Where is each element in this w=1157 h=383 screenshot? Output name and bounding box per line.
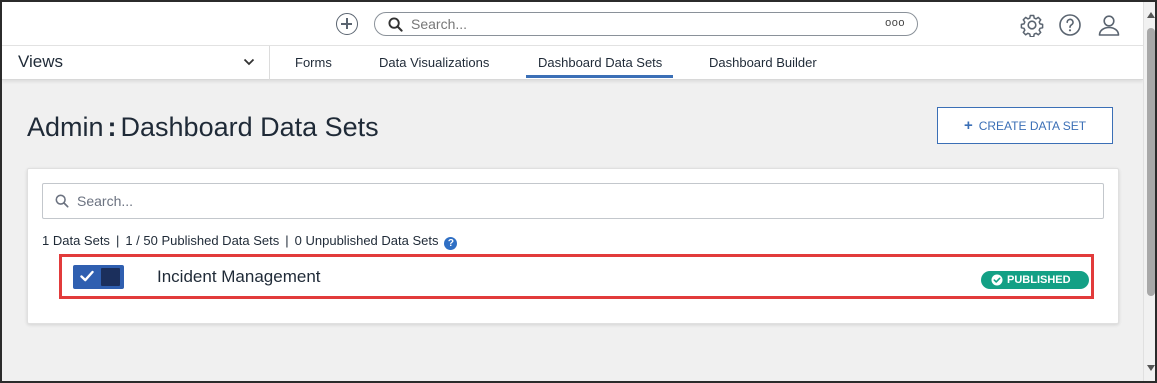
unpublished-count: 0 Unpublished Data Sets (294, 233, 439, 248)
global-search-input[interactable] (411, 15, 871, 33)
user-icon[interactable] (1097, 13, 1121, 37)
plus-icon: + (963, 116, 973, 134)
help-icon[interactable] (1058, 13, 1082, 37)
data-sets-count: 1 Data Sets (42, 233, 110, 248)
data-set-search[interactable] (42, 183, 1104, 219)
create-data-set-button[interactable]: + CREATE DATA SET (937, 107, 1113, 144)
tab-dashboard-builder[interactable]: Dashboard Builder (709, 55, 817, 70)
create-data-set-label: CREATE DATA SET (978, 118, 1087, 133)
page-title-prefix: Admin (27, 112, 104, 142)
nav-bar: Views Forms Data Visualizations Dashboar… (2, 46, 1143, 80)
stats-divider: | (115, 233, 120, 248)
check-icon (80, 270, 94, 282)
active-tab-indicator (526, 75, 673, 78)
search-icon (55, 194, 69, 208)
scrollbar-thumb[interactable] (1147, 28, 1155, 296)
scroll-up-arrow-icon[interactable] (1147, 12, 1155, 18)
data-sets-card: 1 Data Sets | 1 / 50 Published Data Sets | 0… (27, 168, 1119, 324)
top-bar: ooo (2, 2, 1143, 46)
page-title: Admin: Dashboard Data Sets (27, 112, 379, 143)
check-circle-icon (991, 274, 1003, 286)
add-icon[interactable] (336, 13, 358, 35)
help-icon[interactable]: ? (444, 237, 458, 250)
tab-data-visualizations[interactable]: Data Visualizations (379, 55, 489, 70)
page-title-separator: : (107, 112, 117, 142)
page-title-main: Dashboard Data Sets (120, 112, 379, 142)
status-badge: PUBLISHED (981, 271, 1089, 289)
data-set-name[interactable]: Incident Management (157, 267, 321, 287)
gear-icon[interactable] (1020, 13, 1044, 37)
published-count: 1 / 50 Published Data Sets (125, 233, 280, 248)
views-dropdown[interactable]: Views (2, 46, 270, 80)
toggle-knob (101, 268, 120, 286)
data-set-row[interactable]: Incident Management PUBLISHED (59, 254, 1094, 299)
status-label: PUBLISHED (1007, 274, 1071, 286)
data-set-search-input[interactable] (77, 192, 977, 210)
app-window: ooo Views Forms Data Visualizations Dash… (0, 0, 1157, 383)
search-icon (388, 17, 403, 32)
tab-dashboard-data-sets[interactable]: Dashboard Data Sets (538, 55, 662, 70)
stats-divider: | (285, 233, 289, 248)
search-options-icon[interactable]: ooo (885, 17, 905, 29)
data-set-stats: 1 Data Sets | 1 / 50 Published Data Sets | 0… (42, 233, 458, 250)
chevron-down-icon (243, 58, 255, 66)
data-set-toggle[interactable] (73, 265, 124, 289)
tab-forms[interactable]: Forms (295, 55, 332, 70)
vertical-scrollbar[interactable] (1143, 2, 1155, 381)
global-search[interactable]: ooo (374, 12, 918, 36)
views-label: Views (18, 52, 64, 71)
scroll-down-arrow-icon[interactable] (1147, 365, 1155, 371)
